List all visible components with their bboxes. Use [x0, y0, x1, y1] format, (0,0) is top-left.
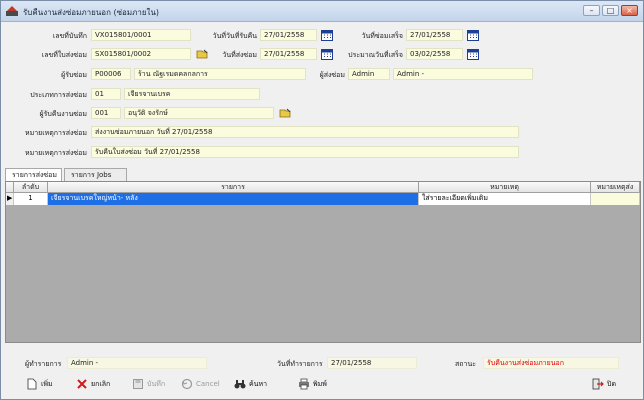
close-window-button[interactable]: × — [621, 5, 638, 16]
maximize-button[interactable]: □ — [602, 5, 619, 16]
new-document-icon — [27, 378, 37, 390]
receiver-name-field[interactable]: อนุวัติ จงรักษ์ — [124, 107, 274, 119]
sender-label: ผู้ส่งซ่อม — [319, 71, 345, 79]
tab-repair-items[interactable]: รายการส่งซ่อม — [5, 168, 62, 182]
save-icon — [133, 379, 143, 389]
minimize-button[interactable]: – — [583, 5, 600, 16]
maker-label: ผู้ทำรายการ — [25, 360, 62, 368]
repair-done-label: วันที่ซ่อมเสร็จ — [361, 32, 403, 40]
column-header-item[interactable]: รายการ — [48, 182, 419, 193]
cancel-document-button[interactable]: ยกเลิก — [76, 376, 110, 392]
send-note-label: หมายเหตุการส่งซ่อม — [24, 129, 87, 137]
main-window: รับคืนงานส่งซ่อมภายนอก (ซ่อมภายใน) – □ ×… — [0, 0, 644, 400]
printer-icon — [299, 378, 309, 390]
window-title: รับคืนงานส่งซ่อมภายนอก (ซ่อมภายใน) — [23, 8, 160, 17]
send-no-field[interactable]: SX015801/0002 — [91, 48, 191, 60]
cell-no[interactable]: 1 — [14, 193, 48, 205]
tab-jobs[interactable]: รายการ Jobs — [64, 168, 127, 181]
receiver-code-field[interactable]: 001 — [91, 107, 121, 119]
repair-type-name-field[interactable]: เจียรจานเบรค — [124, 88, 260, 100]
est-date-label: ประมาณวันที่เสร็จ — [348, 51, 403, 59]
lookup-icon[interactable] — [279, 108, 291, 118]
wrench-app-icon — [6, 6, 18, 16]
cell-note[interactable]: ใส่รายละเอียดเพิ่มเติม — [419, 193, 591, 205]
binoculars-icon — [234, 380, 246, 389]
est-date-field[interactable]: 03/02/2558 — [406, 48, 463, 60]
state-field: รับคืนงานส่งซ่อมภายนอก — [483, 357, 619, 369]
record-no-label: เลขที่บันทึก — [52, 32, 87, 40]
cell-note2[interactable] — [591, 193, 640, 205]
print-button[interactable]: พิมพ์ — [298, 376, 327, 392]
repair-type-label: ประเภทการส่งซ่อม — [30, 91, 87, 99]
search-button[interactable]: ค้นหา — [234, 376, 267, 392]
repair-done-field[interactable]: 27/01/2558 — [406, 29, 463, 41]
return-note-label: หมายเหตุการส่งซ่อม — [24, 149, 87, 157]
column-header-no[interactable]: ลำดับ — [14, 182, 48, 193]
calendar-icon[interactable] — [467, 29, 479, 41]
title-bar: รับคืนงานส่งซ่อมภายนอก (ซ่อมภายใน) – □ × — [1, 1, 643, 22]
send-date-label: วันที่ส่งซ่อม — [222, 51, 257, 59]
cancel-button[interactable]: Cancel — [181, 376, 220, 392]
calendar-icon[interactable] — [467, 48, 479, 60]
save-button[interactable]: บันทึก — [132, 376, 165, 392]
cell-item[interactable]: เจียรจานเบรคใหญ่หน้า- หลัง — [48, 193, 419, 205]
red-x-icon — [77, 379, 87, 389]
send-no-label: เลขที่ใบส่งซ่อม — [41, 51, 87, 59]
receive-date-field[interactable]: 27/01/2558 — [260, 29, 317, 41]
calendar-icon[interactable] — [321, 29, 333, 41]
close-button[interactable]: ปิด — [592, 376, 616, 392]
record-no-field[interactable]: VX015801/0001 — [91, 29, 191, 41]
repairer-name-field[interactable]: ร้าน ณัฐเรมดคลกลการ — [134, 68, 306, 80]
add-button[interactable]: เพิ่ม — [26, 376, 53, 392]
calendar-icon[interactable] — [321, 48, 333, 60]
return-note-field[interactable]: รับคืนใบส่งซ่อม วันที่ 27/01/2558 — [91, 146, 519, 158]
row-indicator-header — [6, 182, 14, 193]
repair-type-code-field[interactable]: 01 — [91, 88, 121, 100]
repairer-label: ผู้รับซ่อม — [61, 71, 87, 79]
sender-code-field[interactable]: Admin — [348, 68, 390, 80]
exit-door-icon — [592, 378, 604, 390]
made-date-field: 27/01/2558 — [327, 357, 417, 369]
receiver-label: ผู้รับคืนงานซ่อม — [39, 110, 87, 118]
maker-field: Admin - — [67, 357, 207, 369]
column-header-note2[interactable]: หมายเหตุส่ง — [591, 182, 640, 193]
row-pointer-icon: ▶ — [6, 193, 14, 205]
status-bar: ผู้ทำรายการ Admin - วันที่ทำรายการ 27/01… — [5, 356, 641, 370]
undo-icon — [181, 378, 193, 390]
receive-date-label: วันที่วันที่รับคืน — [212, 32, 257, 40]
repairer-code-field[interactable]: P00006 — [91, 68, 131, 80]
made-date-label: วันที่ทำรายการ — [277, 360, 323, 368]
items-grid[interactable]: ลำดับ รายการ หมายเหตุ หมายเหตุส่ง ▶ 1 เจ… — [5, 181, 641, 343]
state-label: สถานะ — [455, 360, 476, 368]
toolbar: เพิ่ม ยกเลิก บันทึก Cancel ค้นหา พิมพ์ ป… — [2, 374, 644, 394]
sender-name-field[interactable]: Admin - — [393, 68, 533, 80]
column-header-note[interactable]: หมายเหตุ — [419, 182, 591, 193]
send-note-field[interactable]: ส่งงานซ่อมภายนอก วันที่ 27/01/2558 — [91, 126, 519, 138]
send-date-field[interactable]: 27/01/2558 — [260, 48, 317, 60]
